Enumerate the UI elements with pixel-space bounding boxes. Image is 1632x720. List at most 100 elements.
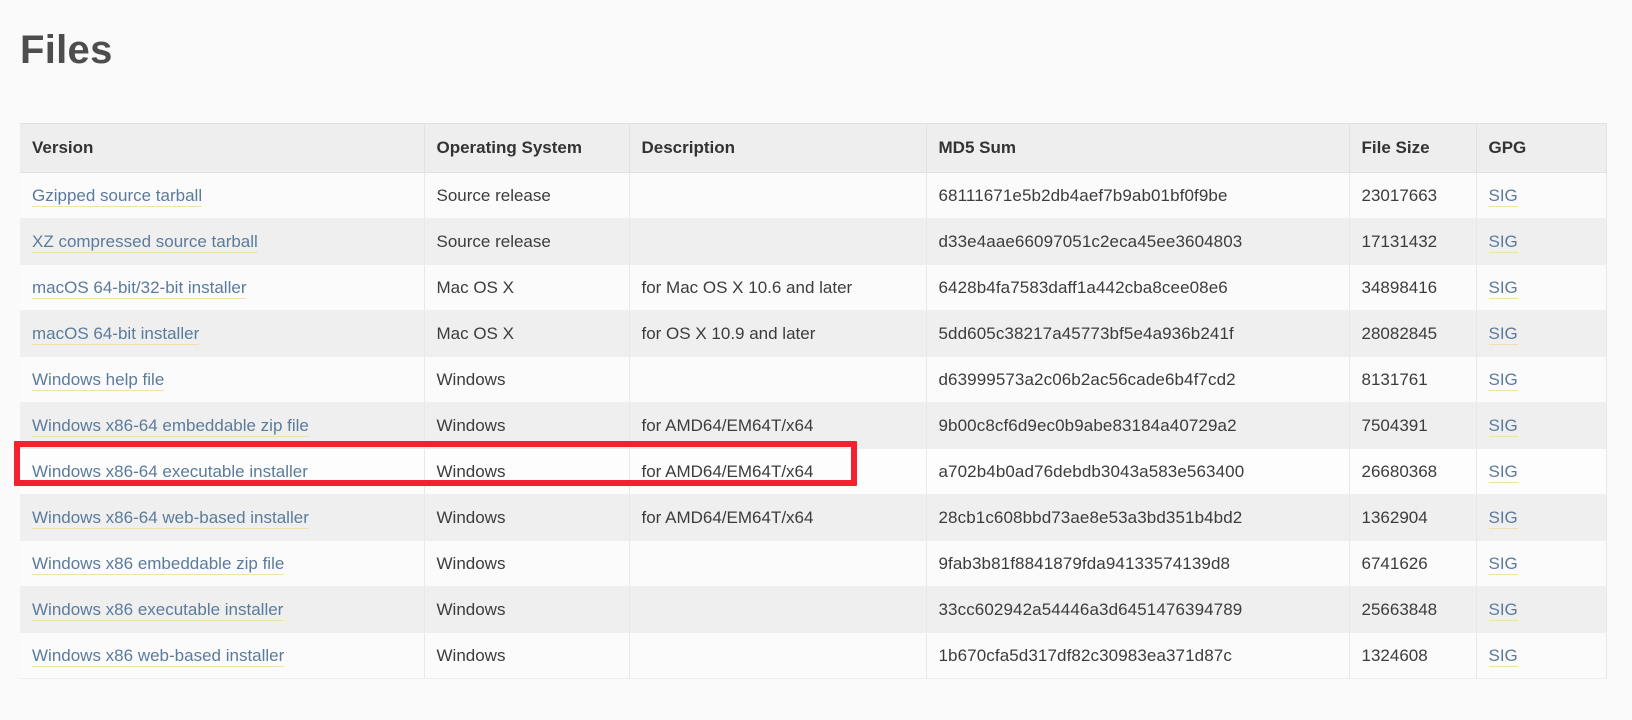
cell-md5-sum: d63999573a2c06b2ac56cade6b4f7cd2 — [926, 356, 1350, 403]
cell-md5-sum: 33cc602942a54446a3d6451476394789 — [926, 586, 1350, 633]
cell-file-size: 25663848 — [1349, 586, 1477, 633]
cell-md5-sum: 5dd605c38217a45773bf5e4a936b241f — [926, 310, 1350, 357]
files-table-container: Version Operating System Description MD5… — [20, 123, 1607, 679]
cell-gpg: SIG — [1476, 586, 1607, 633]
files-table-body: Gzipped source tarball Source release 6811… — [20, 172, 1607, 679]
version-download-link[interactable]: macOS 64-bit installer — [32, 323, 200, 345]
column-header-os: Operating System — [424, 123, 630, 173]
files-table-head: Version Operating System Description MD5… — [20, 123, 1607, 173]
cell-version: macOS 64-bit/32-bit installer — [20, 264, 425, 311]
version-download-link[interactable]: XZ compressed source tarball — [32, 231, 258, 253]
cell-md5-sum: 6428b4fa7583daff1a442cba8cee08e6 — [926, 264, 1350, 311]
table-row: XZ compressed source tarball Source relea… — [20, 218, 1607, 265]
cell-operating-system: Windows — [424, 632, 630, 679]
table-row: Windows x86-64 web-based installer Window… — [20, 494, 1607, 541]
cell-operating-system: Mac OS X — [424, 264, 630, 311]
gpg-sig-link[interactable]: SIG — [1488, 599, 1518, 621]
gpg-sig-link[interactable]: SIG — [1488, 645, 1518, 667]
cell-operating-system: Windows — [424, 402, 630, 449]
cell-gpg: SIG — [1476, 540, 1607, 587]
cell-md5-sum: 9b00c8cf6d9ec0b9abe83184a40729a2 — [926, 402, 1350, 449]
cell-file-size: 17131432 — [1349, 218, 1477, 265]
cell-operating-system: Source release — [424, 218, 630, 265]
cell-operating-system: Windows — [424, 494, 630, 541]
gpg-sig-link[interactable]: SIG — [1488, 369, 1518, 391]
gpg-sig-link[interactable]: SIG — [1488, 461, 1518, 483]
files-page: Files Version Operating System Descripti… — [0, 0, 1632, 720]
cell-gpg: SIG — [1476, 402, 1607, 449]
version-download-link[interactable]: Windows x86 executable installer — [32, 599, 284, 621]
cell-file-size: 28082845 — [1349, 310, 1477, 357]
table-row: Windows x86 embeddable zip file Windows 9f… — [20, 540, 1607, 587]
cell-description: for OS X 10.9 and later — [629, 310, 927, 357]
cell-operating-system: Source release — [424, 172, 630, 219]
column-header-version: Version — [20, 123, 425, 173]
gpg-sig-link[interactable]: SIG — [1488, 277, 1518, 299]
cell-file-size: 6741626 — [1349, 540, 1477, 587]
column-header-gpg: GPG — [1476, 123, 1607, 173]
table-row: Gzipped source tarball Source release 6811… — [20, 172, 1607, 219]
cell-md5-sum: 28cb1c608bbd73ae8e53a3bd351b4bd2 — [926, 494, 1350, 541]
cell-description: for Mac OS X 10.6 and later — [629, 264, 927, 311]
gpg-sig-link[interactable]: SIG — [1488, 185, 1518, 207]
gpg-sig-link[interactable]: SIG — [1488, 231, 1518, 253]
cell-version: Windows x86 executable installer — [20, 586, 425, 633]
version-download-link[interactable]: Windows help file — [32, 369, 165, 391]
cell-operating-system: Windows — [424, 356, 630, 403]
cell-operating-system: Mac OS X — [424, 310, 630, 357]
cell-version: Windows x86 embeddable zip file — [20, 540, 425, 587]
version-download-link[interactable]: Windows x86 embeddable zip file — [32, 553, 285, 575]
cell-gpg: SIG — [1476, 218, 1607, 265]
version-download-link[interactable]: Windows x86-64 embeddable zip file — [32, 415, 309, 437]
cell-gpg: SIG — [1476, 448, 1607, 495]
table-header-row: Version Operating System Description MD5… — [20, 123, 1607, 173]
column-header-md5: MD5 Sum — [926, 123, 1350, 173]
cell-description — [629, 540, 927, 587]
version-download-link[interactable]: Windows x86-64 executable installer — [32, 461, 308, 483]
cell-version: Windows x86-64 web-based installer — [20, 494, 425, 541]
cell-description: for AMD64/EM64T/x64 — [629, 402, 927, 449]
version-download-link[interactable]: Windows x86-64 web-based installer — [32, 507, 309, 529]
cell-description — [629, 632, 927, 679]
cell-file-size: 1362904 — [1349, 494, 1477, 541]
gpg-sig-link[interactable]: SIG — [1488, 323, 1518, 345]
version-download-link[interactable]: macOS 64-bit/32-bit installer — [32, 277, 247, 299]
table-row: Windows x86-64 embeddable zip file Window… — [20, 402, 1607, 449]
cell-gpg: SIG — [1476, 172, 1607, 219]
cell-description — [629, 218, 927, 265]
cell-gpg: SIG — [1476, 310, 1607, 357]
cell-gpg: SIG — [1476, 356, 1607, 403]
column-header-filesize: File Size — [1349, 123, 1477, 173]
cell-file-size: 7504391 — [1349, 402, 1477, 449]
cell-file-size: 34898416 — [1349, 264, 1477, 311]
cell-md5-sum: 1b670cfa5d317df82c30983ea371d87c — [926, 632, 1350, 679]
version-download-link[interactable]: Windows x86 web-based installer — [32, 645, 285, 667]
cell-operating-system: Windows — [424, 586, 630, 633]
cell-version: Windows x86-64 embeddable zip file — [20, 402, 425, 449]
cell-file-size: 8131761 — [1349, 356, 1477, 403]
gpg-sig-link[interactable]: SIG — [1488, 415, 1518, 437]
cell-file-size: 26680368 — [1349, 448, 1477, 495]
cell-description: for AMD64/EM64T/x64 — [629, 448, 927, 495]
version-download-link[interactable]: Gzipped source tarball — [32, 185, 203, 207]
cell-version: XZ compressed source tarball — [20, 218, 425, 265]
cell-description — [629, 172, 927, 219]
table-row: macOS 64-bit/32-bit installer Mac OS Xfor… — [20, 264, 1607, 311]
cell-version: Windows help file — [20, 356, 425, 403]
gpg-sig-link[interactable]: SIG — [1488, 553, 1518, 575]
table-row: Windows x86 executable installer Windows 3… — [20, 586, 1607, 633]
column-header-description: Description — [629, 123, 927, 173]
cell-description — [629, 356, 927, 403]
table-row: Windows x86-64 executable installer Windo… — [20, 448, 1607, 495]
cell-file-size: 1324608 — [1349, 632, 1477, 679]
cell-gpg: SIG — [1476, 632, 1607, 679]
cell-description: for AMD64/EM64T/x64 — [629, 494, 927, 541]
page-title: Files — [20, 28, 113, 72]
table-row: Windows help file Windows d63999573a2c06b2… — [20, 356, 1607, 403]
cell-file-size: 23017663 — [1349, 172, 1477, 219]
cell-version: Gzipped source tarball — [20, 172, 425, 219]
cell-md5-sum: d33e4aae66097051c2eca45ee3604803 — [926, 218, 1350, 265]
gpg-sig-link[interactable]: SIG — [1488, 507, 1518, 529]
cell-operating-system: Windows — [424, 540, 630, 587]
table-row: macOS 64-bit installer Mac OS Xfor OS X 1… — [20, 310, 1607, 357]
